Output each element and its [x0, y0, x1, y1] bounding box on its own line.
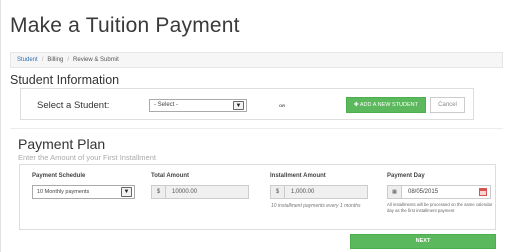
student-information-heading: Student Information	[10, 73, 120, 87]
dollar-icon: $	[152, 186, 166, 198]
calendar-grid-icon: ▦	[388, 186, 402, 198]
breadcrumb-separator: /	[41, 57, 44, 63]
student-selection-panel: Select a Student: - Select - ▼ OR ✚ ADD …	[20, 88, 474, 120]
payment-schedule-select[interactable]: 10 Monthly payments ▼	[32, 185, 135, 199]
student-select[interactable]: - Select - ▼	[149, 99, 247, 112]
payment-day-field[interactable]: ▦ 08/05/2015	[387, 185, 491, 199]
payment-day-note: All installments will be processed on th…	[387, 202, 493, 213]
add-new-student-label: ADD A NEW STUDENT	[359, 102, 418, 108]
chevron-down-icon: ▼	[121, 187, 132, 197]
payment-schedule-value: 10 Monthly payments	[37, 189, 90, 195]
breadcrumb-separator: /	[67, 57, 70, 63]
total-amount-field: $ 10000.00	[151, 185, 249, 199]
cancel-button[interactable]: Cancel	[430, 97, 465, 113]
total-amount-label: Total Amount	[151, 173, 189, 179]
or-separator: OR	[279, 103, 285, 108]
breadcrumb-item-student[interactable]: Student	[17, 57, 38, 63]
payment-plan-heading: Payment Plan	[18, 136, 106, 152]
installment-amount-label: Installment Amount	[270, 173, 326, 179]
student-select-value: - Select -	[154, 102, 179, 108]
total-amount-value: 10000.00	[172, 189, 198, 195]
payment-schedule-label: Payment Schedule	[32, 173, 86, 179]
calendar-icon[interactable]	[479, 188, 487, 196]
breadcrumb-item-review[interactable]: Review & Submit	[73, 57, 119, 63]
dollar-icon: $	[271, 186, 285, 198]
payment-day-value: 08/05/2015	[408, 189, 439, 195]
installment-amount-value: 1,000.00	[291, 189, 315, 195]
select-student-label: Select a Student:	[37, 100, 110, 111]
payment-plan-panel: Payment Schedule 10 Monthly payments ▼ T…	[19, 164, 496, 230]
tuition-payment-page: Make a Tuition Payment Student / Billing / R…	[0, 0, 505, 252]
payment-day-label: Payment Day	[387, 173, 425, 179]
breadcrumb: Student / Billing / Review & Submit	[10, 52, 503, 68]
add-new-student-button[interactable]: ✚ ADD A NEW STUDENT	[346, 97, 426, 113]
next-button[interactable]: NEXT	[350, 234, 496, 249]
plus-icon: ✚	[354, 102, 359, 108]
breadcrumb-item-billing[interactable]: Billing	[47, 57, 63, 63]
payment-plan-subtitle: Enter the Amount of your First Installme…	[18, 153, 156, 162]
installment-amount-field: $ 1,000.00	[270, 185, 368, 199]
installment-note: 10 installment payments every 1 months	[271, 203, 361, 209]
chevron-down-icon: ▼	[233, 101, 244, 110]
page-title: Make a Tuition Payment	[10, 14, 240, 37]
